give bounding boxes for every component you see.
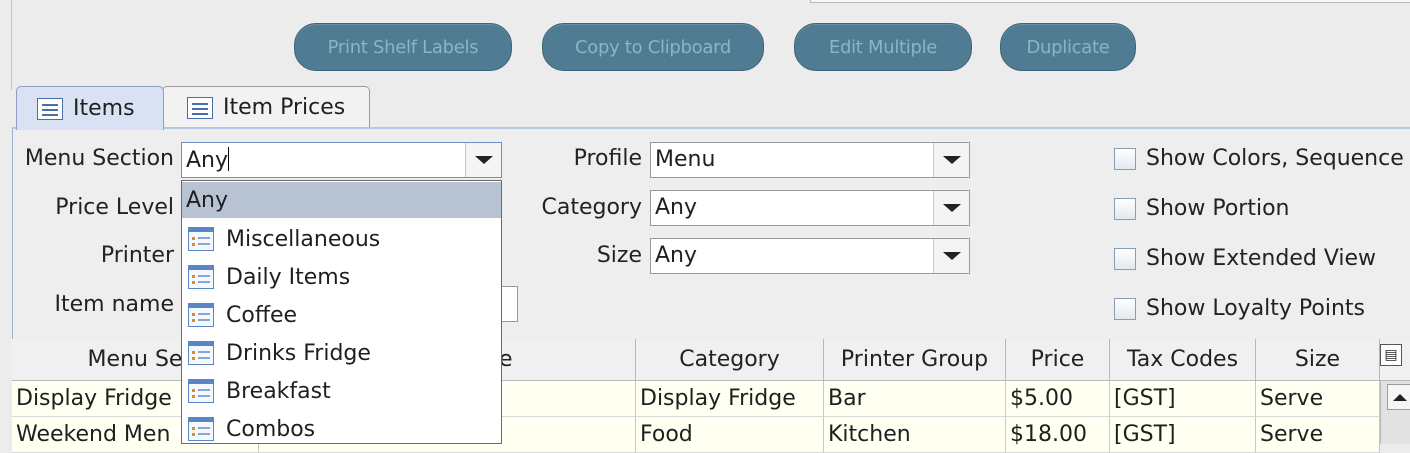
size-label: Size [596,243,642,268]
dropdown-option[interactable]: Breakfast [182,372,501,410]
profile-label: Profile [573,146,642,171]
category-combo[interactable]: Any [650,190,970,226]
column-header-printer-group[interactable]: Printer Group [824,339,1006,381]
menu-section-dropdown-list: Any Miscellaneous Daily Items Coffee Dri… [181,180,502,444]
top-field-edge [810,0,1410,3]
category-label: Category [541,195,643,220]
size-combo[interactable]: Any [650,238,970,274]
show-extended-view-checkbox[interactable]: Show Extended View [1114,246,1376,271]
item-name-label: Item name [54,292,174,317]
table-cell[interactable]: $5.00 [1006,381,1110,417]
menu-section-icon [188,303,214,327]
table-cell[interactable]: Bar [824,381,1006,417]
menu-section-icon [188,341,214,365]
show-portion-checkbox[interactable]: Show Portion [1114,196,1289,221]
table-cell[interactable]: [GST] [1110,381,1256,417]
copy-to-clipboard-button[interactable]: Copy to Clipboard [542,23,764,71]
column-chooser-icon[interactable]: ▤ [1380,344,1402,366]
category-value: Any [655,195,698,220]
price-level-label: Price Level [55,195,174,220]
menu-section-icon [188,379,214,403]
size-value: Any [655,243,698,268]
table-cell[interactable]: Serve [1256,417,1380,453]
show-loyalty-points-label: Show Loyalty Points [1146,296,1366,321]
scroll-up-icon[interactable] [1387,384,1410,410]
chevron-down-icon[interactable] [465,143,501,177]
dropdown-option[interactable]: Coffee [182,296,501,334]
menu-section-icon [188,265,214,289]
show-portion-label: Show Portion [1146,196,1290,221]
table-cell[interactable]: Food [636,417,824,453]
tab-item-prices-label: Item Prices [223,95,346,120]
left-divider [11,0,12,90]
printer-label: Printer [100,243,174,268]
column-header-price[interactable]: Price [1006,339,1110,381]
duplicate-button[interactable]: Duplicate [1000,23,1136,71]
dropdown-option[interactable]: Combos [182,410,501,443]
chevron-down-icon[interactable] [933,143,969,177]
chevron-down-icon[interactable] [933,191,969,225]
top-edge [0,0,1410,10]
dropdown-option-any[interactable]: Any [182,182,501,218]
table-cell[interactable]: Display Fridge [636,381,824,417]
list-icon [187,96,213,119]
list-icon [37,97,63,120]
menu-section-icon [188,227,214,251]
table-cell[interactable]: [GST] [1110,417,1256,453]
menu-section-icon [188,417,214,441]
column-header-category[interactable]: Category [636,339,824,381]
edit-multiple-button[interactable]: Edit Multiple [794,23,972,71]
menu-section-label: Menu Section [24,146,174,171]
chevron-down-icon[interactable] [933,239,969,273]
tab-items[interactable]: Items [16,86,164,130]
show-loyalty-points-checkbox[interactable]: Show Loyalty Points [1114,296,1365,321]
dropdown-option[interactable]: Drinks Fridge [182,334,501,372]
profile-value: Menu [655,147,716,172]
menu-section-combo[interactable]: Any [181,142,502,178]
profile-combo[interactable]: Menu [650,142,970,178]
show-colors-checkbox[interactable]: Show Colors, Sequence [1114,146,1404,171]
table-cell[interactable]: Kitchen [824,417,1006,453]
tab-item-prices[interactable]: Item Prices [162,86,370,128]
show-extended-view-label: Show Extended View [1146,246,1377,271]
tab-strip: Items Item Prices [0,86,1410,130]
column-header-tax-codes[interactable]: Tax Codes [1110,339,1256,381]
dropdown-option[interactable]: Daily Items [182,258,501,296]
dropdown-option[interactable]: Miscellaneous [182,220,501,258]
show-colors-label: Show Colors, Sequence [1146,146,1404,171]
table-cell[interactable]: $18.00 [1006,417,1110,453]
menu-section-value: Any [186,148,229,173]
print-shelf-labels-button[interactable]: Print Shelf Labels [294,23,512,71]
table-cell[interactable]: Serve [1256,381,1380,417]
tab-items-label: Items [73,96,135,121]
column-header-size[interactable]: Size [1256,339,1380,381]
